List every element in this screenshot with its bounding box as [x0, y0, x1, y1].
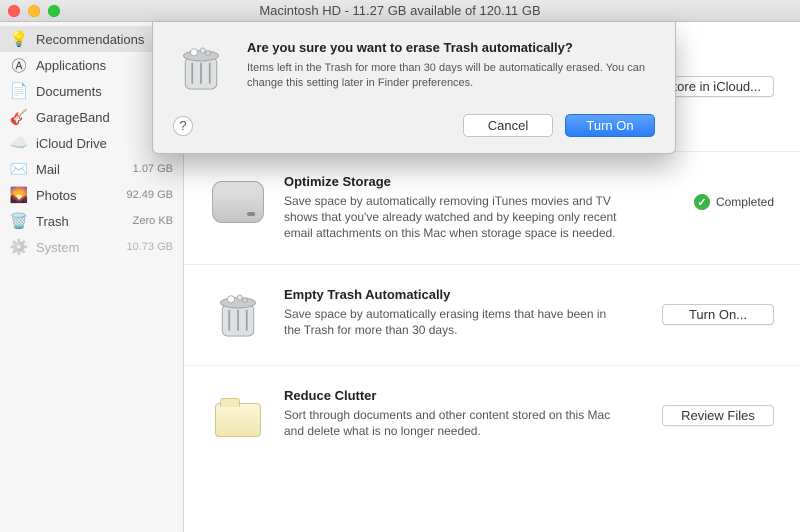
card-title: Reduce Clutter [284, 388, 626, 403]
titlebar: Macintosh HD - 11.27 GB available of 120… [0, 0, 800, 22]
storage-management-window: Macintosh HD - 11.27 GB available of 120… [0, 0, 800, 532]
dialog-title: Are you sure you want to erase Trash aut… [247, 40, 655, 55]
garageband-icon: 🎸 [10, 108, 28, 126]
confirm-erase-trash-dialog: Are you sure you want to erase Trash aut… [152, 22, 676, 154]
card-body: Sort through documents and other content… [284, 407, 626, 439]
window-title: Macintosh HD - 11.27 GB available of 120… [0, 3, 800, 18]
turn-on-button[interactable]: Turn On [565, 114, 655, 137]
sidebar-item-label: Mail [36, 162, 117, 177]
sidebar-item-system[interactable]: ⚙️ System 10.73 GB [0, 234, 183, 260]
reduce-clutter-card: Reduce Clutter Sort through documents an… [184, 366, 800, 466]
empty-trash-card: Empty Trash Automatically Save space by … [184, 265, 800, 366]
window-controls [8, 5, 60, 17]
card-body: Save space by automatically removing iTu… [284, 193, 626, 242]
dialog-buttons: Cancel Turn On [463, 114, 655, 137]
card-text: Reduce Clutter Sort through documents an… [284, 388, 626, 439]
dialog-content: Are you sure you want to erase Trash aut… [173, 40, 655, 96]
sidebar-item-size: Zero KB [125, 215, 173, 227]
sidebar-item-mail[interactable]: ✉️ Mail 1.07 GB [0, 156, 183, 182]
cloud-icon: ☁️ [10, 134, 28, 152]
sidebar-item-photos[interactable]: 🌄 Photos 92.49 GB [0, 182, 183, 208]
review-files-button[interactable]: Review Files [662, 405, 774, 426]
sidebar-item-label: GarageBand [36, 110, 117, 125]
completed-status: ✓ Completed [694, 194, 774, 210]
optimize-storage-card: Optimize Storage Save space by automatic… [184, 152, 800, 265]
sidebar-item-label: Photos [36, 188, 117, 203]
card-title: Empty Trash Automatically [284, 287, 626, 302]
card-title: Optimize Storage [284, 174, 626, 189]
card-action: Turn On... [644, 287, 774, 343]
card-body: Save space by automatically erasing item… [284, 306, 626, 338]
sidebar-item-label: System [36, 240, 117, 255]
card-action: Review Files [644, 388, 774, 444]
help-button[interactable]: ? [173, 116, 193, 136]
system-icon: ⚙️ [10, 238, 28, 256]
folder-icon [210, 388, 266, 444]
photos-icon: 🌄 [10, 186, 28, 204]
zoom-window-button[interactable] [48, 5, 60, 17]
dialog-footer: ? Cancel Turn On [173, 114, 655, 137]
card-action: ✓ Completed [644, 174, 774, 230]
sidebar-item-label: Applications [36, 58, 117, 73]
turn-on-trash-button[interactable]: Turn On... [662, 304, 774, 325]
sidebar-item-label: Documents [36, 84, 117, 99]
dialog-body: Items left in the Trash for more than 30… [247, 61, 655, 91]
sidebar-item-size: 92.49 GB [125, 189, 173, 201]
mail-icon: ✉️ [10, 160, 28, 178]
dialog-text: Are you sure you want to erase Trash aut… [247, 40, 655, 96]
trash-full-icon [210, 287, 266, 343]
documents-icon: 📄 [10, 82, 28, 100]
sidebar-item-size: 10.73 GB [125, 241, 173, 253]
sidebar-item-label: iCloud Drive [36, 136, 117, 151]
trash-full-icon [173, 40, 229, 96]
trash-icon: 🗑️ [10, 212, 28, 230]
sidebar-item-size: 1.07 GB [125, 163, 173, 175]
harddrive-icon [210, 174, 266, 230]
card-text: Empty Trash Automatically Save space by … [284, 287, 626, 338]
sidebar-item-label: Trash [36, 214, 117, 229]
sidebar-item-label: Recommendations [36, 32, 144, 47]
minimize-window-button[interactable] [28, 5, 40, 17]
completed-label: Completed [716, 195, 774, 209]
sidebar-item-trash[interactable]: 🗑️ Trash Zero KB [0, 208, 183, 234]
applications-icon: Ⓐ [10, 56, 28, 74]
close-window-button[interactable] [8, 5, 20, 17]
cancel-button[interactable]: Cancel [463, 114, 553, 137]
lightbulb-icon: 💡 [10, 30, 28, 48]
checkmark-icon: ✓ [694, 194, 710, 210]
card-text: Optimize Storage Save space by automatic… [284, 174, 626, 242]
